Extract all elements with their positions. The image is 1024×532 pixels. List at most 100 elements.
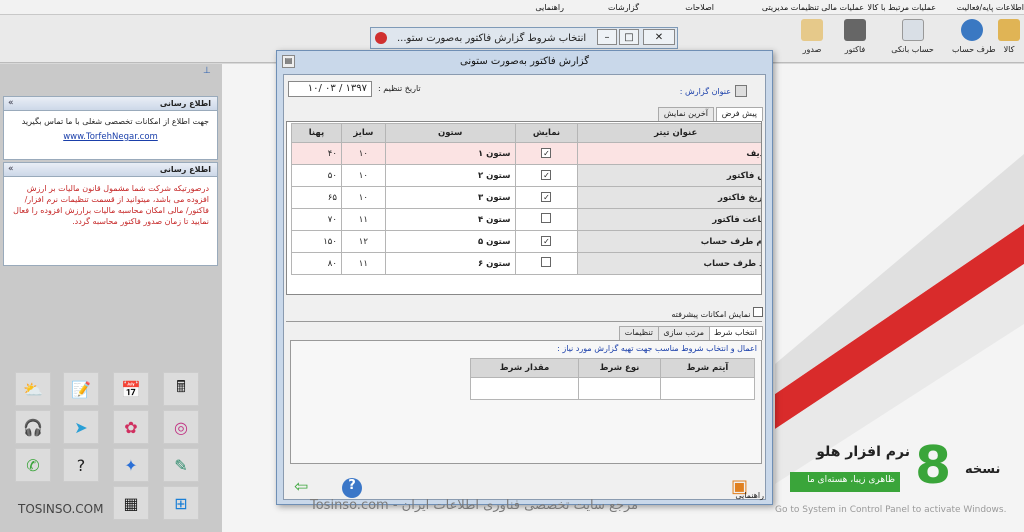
width-cell[interactable]: ۴۰ xyxy=(291,142,342,165)
size-cell[interactable]: ۱۲ xyxy=(340,230,386,253)
table-row[interactable]: ۷۰۱۱ستون ۴ ساعت فاکتور xyxy=(291,208,761,231)
version-number: 8 xyxy=(915,436,952,496)
date-field[interactable]: ۱۳۹۷ / ۰۳ /۱۰ xyxy=(288,81,372,97)
help-icon[interactable]: ? xyxy=(342,478,362,498)
brand-area: 8 نسخه نرم افزار هلو ظاهری زیبا، هسته‌ای… xyxy=(775,64,1024,532)
menu-corrections[interactable]: اصلاحات xyxy=(685,3,714,12)
slogan: ظاهری زیبا، هسته‌ای ما xyxy=(790,472,900,492)
report-icon[interactable] xyxy=(735,85,747,97)
header-width[interactable]: پهنا xyxy=(291,123,342,143)
tab-last-view[interactable]: آخرین نمایش xyxy=(657,107,714,121)
toolbar-invoice-button[interactable]: فاکتور xyxy=(834,17,876,61)
width-cell[interactable]: ۵۰ xyxy=(291,164,342,187)
telegram-icon[interactable]: ➤ xyxy=(63,410,99,444)
notes-icon[interactable]: 📝 xyxy=(63,372,99,406)
size-cell[interactable]: ۱۰ xyxy=(340,186,386,209)
show-checkbox[interactable]: ✓ xyxy=(541,148,552,158)
logo-icon[interactable]: ✎ xyxy=(163,448,199,482)
table-row[interactable]: ۶۵۱۰ستون ۳ ✓ تاریخ فاکتور xyxy=(291,186,761,209)
advanced-options[interactable]: نمایش امکانات پیشرفته xyxy=(671,307,763,319)
width-cell[interactable]: ۶۵ xyxy=(291,186,342,209)
column-cell[interactable]: ستون ۴ xyxy=(384,208,516,231)
left-pane: ⊥ « اطلاع رسانی جهت اطلاع از امکانات تخص… xyxy=(0,64,222,532)
close-button[interactable]: ✕ xyxy=(643,29,675,45)
show-checkbox[interactable] xyxy=(541,257,552,267)
toolbar-goods-button[interactable]: کالا xyxy=(994,17,1024,61)
column-cell[interactable]: ستون ۲ xyxy=(384,164,516,187)
bank-card-icon xyxy=(901,19,924,41)
info-panel-1-header[interactable]: « اطلاع رسانی xyxy=(4,97,217,111)
menu-finance-ops[interactable]: عملیات مالی xyxy=(821,3,864,12)
width-cell[interactable]: ۷۰ xyxy=(291,208,342,231)
user-icon xyxy=(961,19,983,41)
menu-goods-ops[interactable]: عملیات مرتبط با کالا xyxy=(868,3,936,12)
phone-icon[interactable]: ✆ xyxy=(15,448,51,482)
support-icon[interactable]: 🎧 xyxy=(15,410,51,444)
table-row[interactable]: ۵۰۱۰ستون ۲ ✓ ش فاکتور xyxy=(291,164,761,187)
header-condition-item[interactable]: آیتم شرط xyxy=(660,358,755,378)
toolbar-issue-button[interactable]: صدور xyxy=(795,17,829,61)
toolbar-bank-button[interactable]: حساب بانکی xyxy=(885,17,940,61)
show-checkbox[interactable]: ✓ xyxy=(541,236,552,246)
info-panel-2-header[interactable]: « اطلاع رسانی xyxy=(4,163,217,177)
menu-base-info[interactable]: اطلاعات پایه/فعالیت xyxy=(957,3,1024,12)
size-cell[interactable]: ۱۰ xyxy=(340,164,386,187)
column-cell[interactable]: ستون ۳ xyxy=(384,186,516,209)
header-title[interactable]: عنوان تیتر xyxy=(577,123,761,143)
column-cell[interactable]: ستون ۵ xyxy=(384,230,516,253)
minimize-button[interactable]: – xyxy=(597,29,617,45)
header-condition-type[interactable]: نوع شرط xyxy=(578,358,661,378)
board-icon[interactable]: ▦ xyxy=(113,486,149,520)
show-cell[interactable] xyxy=(514,252,579,275)
pin-icon[interactable]: ⊥ xyxy=(203,66,213,76)
column-cell[interactable]: ستون ۶ xyxy=(384,252,516,275)
header-size[interactable]: سایز xyxy=(340,123,386,143)
menu-reports[interactable]: گزارشات xyxy=(608,3,639,12)
size-cell[interactable]: ۱۰ xyxy=(340,142,386,165)
table-row[interactable]: ۸۰۱۱ستون ۶ کد طرف حساب xyxy=(291,252,761,275)
website-link[interactable]: www.TorfehNegar.com xyxy=(4,132,217,142)
maximize-button[interactable]: □ xyxy=(619,29,639,45)
activate-windows-text: Go to System in Control Panel to activat… xyxy=(775,505,1007,515)
size-cell[interactable]: ۱۱ xyxy=(340,208,386,231)
show-cell[interactable]: ✓ xyxy=(514,164,579,187)
help-icon[interactable]: ? xyxy=(63,448,99,482)
collapse-icon[interactable]: « xyxy=(8,164,14,174)
tools-icon[interactable]: ✦ xyxy=(113,448,149,482)
tab-default[interactable]: پیش فرض xyxy=(715,107,763,121)
advanced-checkbox[interactable] xyxy=(753,307,763,317)
collapse-icon[interactable]: « xyxy=(8,98,14,108)
tab-settings[interactable]: تنظیمات xyxy=(618,326,659,340)
table-row[interactable]: ۱۵۰۱۲ستون ۵ ✓ نام طرف حساب xyxy=(291,230,761,253)
width-cell[interactable]: ۸۰ xyxy=(291,252,342,275)
menu-admin-settings[interactable]: تنظیمات مدیریتی xyxy=(762,3,819,12)
header-column[interactable]: ستون xyxy=(384,123,516,143)
show-cell[interactable]: ✓ xyxy=(514,142,579,165)
show-cell[interactable] xyxy=(514,208,579,231)
header-condition-value[interactable]: مقدار شرط xyxy=(470,358,579,378)
windows-icon[interactable]: ⊞ xyxy=(163,486,199,520)
weather-icon[interactable]: ⛅ xyxy=(15,372,51,406)
condition-hint: اعمال و انتخاب شروط مناسب جهت تهیه گزارش… xyxy=(557,344,757,353)
tab-select-condition[interactable]: انتخاب شرط xyxy=(707,326,763,340)
tab-sorting[interactable]: مرتب سازی xyxy=(657,326,710,340)
show-cell[interactable]: ✓ xyxy=(514,230,579,253)
conditions-grid: مقدار شرط نوع شرط آیتم شرط xyxy=(470,358,755,400)
menu-help[interactable]: راهنمایی xyxy=(535,3,564,12)
show-checkbox[interactable] xyxy=(541,213,552,223)
film-icon[interactable]: ✿ xyxy=(113,410,149,444)
columns-grid-frame: پهنا سایز ستون نمایش عنوان تیتر ۴۰ ۱۰ ستون… xyxy=(286,121,762,295)
width-cell[interactable]: ۱۵۰ xyxy=(291,230,342,253)
column-cell[interactable]: ستون ۱ xyxy=(384,142,516,165)
toolbar-party-button[interactable]: طرف حساب xyxy=(952,17,996,61)
show-cell[interactable]: ✓ xyxy=(514,186,579,209)
instagram-icon[interactable]: ◎ xyxy=(163,410,199,444)
calculator-icon[interactable]: 🖩 xyxy=(163,372,199,406)
header-show[interactable]: نمایش xyxy=(514,123,579,143)
size-cell[interactable]: ۱۱ xyxy=(340,252,386,275)
show-checkbox[interactable]: ✓ xyxy=(541,192,552,202)
table-row[interactable]: ۴۰۱۰ستون ۱ ✓ ردیف xyxy=(291,142,761,165)
exit-icon[interactable]: ⇦ xyxy=(294,477,320,499)
show-checkbox[interactable]: ✓ xyxy=(541,170,552,180)
calendar-icon[interactable]: 📅 xyxy=(113,372,149,406)
